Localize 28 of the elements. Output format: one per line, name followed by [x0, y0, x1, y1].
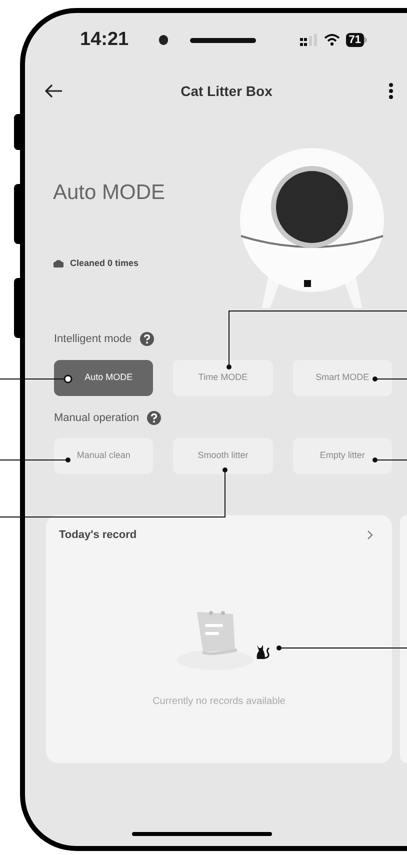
help-icon[interactable]	[147, 410, 162, 425]
speaker-bar	[190, 38, 256, 42]
back-arrow-icon[interactable]	[45, 84, 63, 98]
leader-line	[372, 376, 407, 382]
chevron-right-icon[interactable]	[367, 530, 373, 540]
action-button[interactable]: Manual clean	[54, 438, 154, 474]
page-title: Cat Litter Box	[180, 82, 274, 100]
more-dots-icon[interactable]	[388, 83, 394, 99]
mode-button[interactable]: Auto MODE	[54, 360, 154, 396]
status-time: 14:21	[80, 28, 129, 52]
cat-icon	[255, 644, 271, 660]
card-title: Today's record	[59, 528, 137, 543]
current-mode: Auto MODE	[53, 180, 166, 206]
battery-indicator: 71	[346, 33, 367, 47]
wifi-icon	[324, 34, 340, 46]
action-button[interactable]: Smooth litter	[173, 438, 273, 474]
cleaned-count: Cleaned 0 times	[70, 256, 139, 270]
mode-button[interactable]: Smart MODE	[292, 360, 392, 396]
help-icon[interactable]	[140, 332, 154, 346]
litter-box-icon	[53, 258, 64, 268]
section-label: Intelligent mode	[54, 332, 132, 347]
action-button[interactable]: Empty litter	[292, 438, 392, 474]
mode-button[interactable]: Time MODE	[173, 360, 273, 396]
empty-state-message: Currently no records available	[152, 694, 286, 708]
section-label: Manual operation	[54, 410, 140, 426]
leader-line	[0, 458, 70, 462]
signal-icon	[300, 34, 318, 46]
leader-line	[372, 458, 407, 462]
